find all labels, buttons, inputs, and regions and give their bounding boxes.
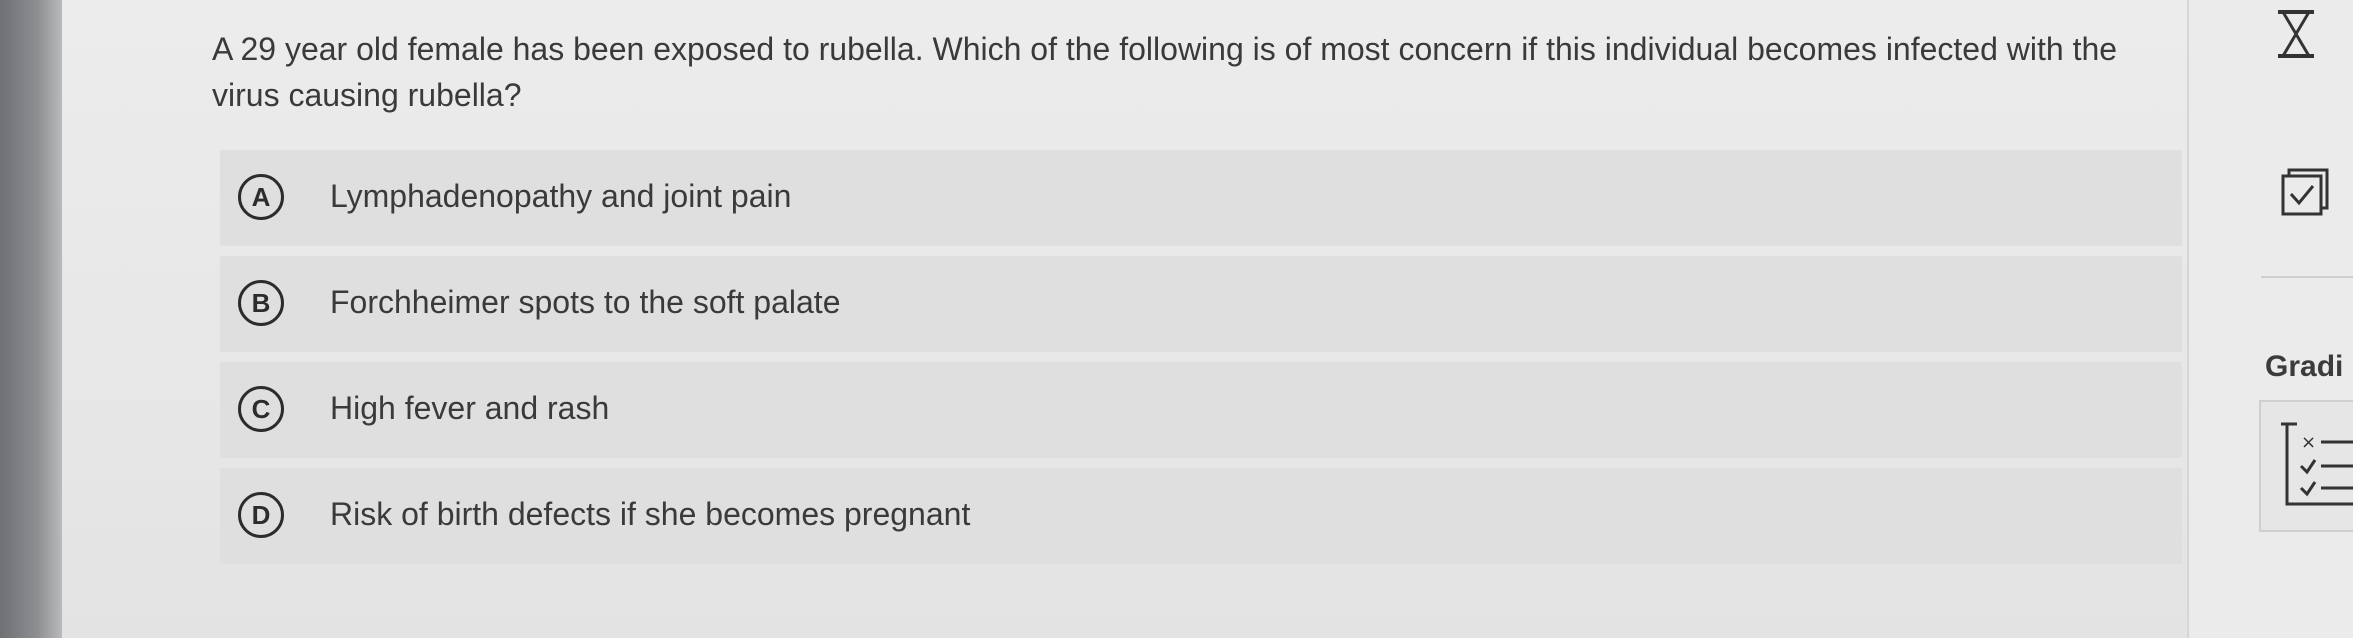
hourglass-icon[interactable] <box>2274 8 2318 65</box>
option-a[interactable]: A Lymphadenopathy and joint pain <box>220 150 2182 246</box>
question-area: A 29 year old female has been exposed to… <box>62 0 2187 638</box>
option-letter-badge: B <box>238 280 284 326</box>
option-label: Forchheimer spots to the soft palate <box>330 284 841 320</box>
option-b[interactable]: B Forchheimer spots to the soft palate <box>220 256 2182 352</box>
right-side-panel: Gradi × <box>2187 0 2353 638</box>
svg-text:×: × <box>2301 432 2316 453</box>
grading-label: Gradi <box>2265 350 2344 383</box>
option-label: Lymphadenopathy and joint pain <box>330 178 792 214</box>
option-letter-badge: D <box>238 492 284 538</box>
question-text: A 29 year old female has been exposed to… <box>212 31 2118 113</box>
option-letter-badge: A <box>238 174 284 220</box>
panel-divider <box>2261 276 2353 278</box>
option-label: Risk of birth defects if she becomes pre… <box>330 496 971 532</box>
option-d[interactable]: D Risk of birth defects if she becomes p… <box>220 468 2182 564</box>
grading-checklist-icon: × <box>2281 418 2353 513</box>
option-c[interactable]: C High fever and rash <box>220 362 2182 458</box>
option-letter-badge: C <box>238 386 284 432</box>
option-label: High fever and rash <box>330 390 610 426</box>
grading-button[interactable]: × <box>2259 400 2353 532</box>
screen-bezel <box>0 0 62 638</box>
checkbox-icon[interactable] <box>2277 166 2333 223</box>
